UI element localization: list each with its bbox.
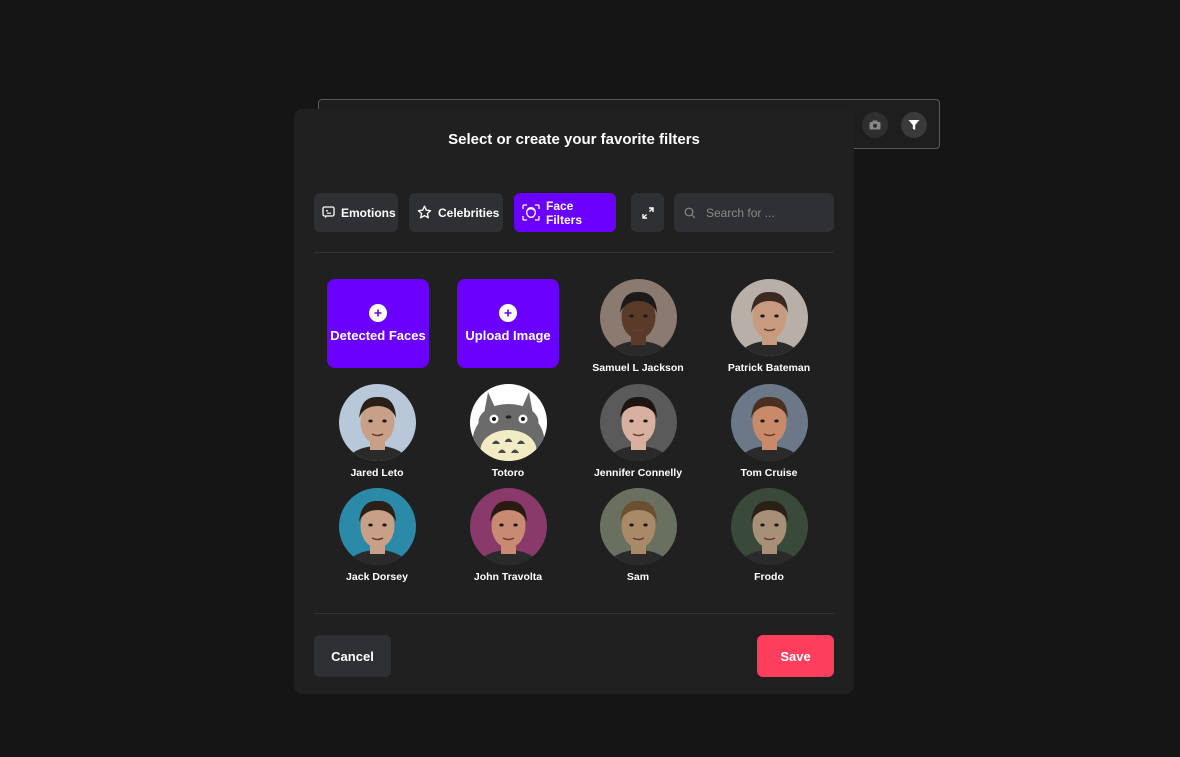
face-name: Totoro [491, 467, 525, 479]
face-card[interactable]: Jennifer Connelly [573, 384, 703, 479]
portrait-image [599, 279, 677, 356]
tab-face-filters[interactable]: Face Filters [514, 193, 616, 232]
filters-modal: Select or create your favorite filters E… [294, 109, 854, 694]
expand-button[interactable] [631, 193, 664, 232]
portrait-image [338, 384, 416, 461]
face-name: John Travolta [473, 571, 543, 583]
emotions-icon [322, 206, 335, 219]
face-name: Samuel L Jackson [592, 362, 684, 374]
plus-icon [369, 304, 387, 322]
face-card[interactable]: Frodo [704, 488, 834, 583]
face-card[interactable]: Jared Leto [312, 384, 442, 479]
face-name: Jack Dorsey [346, 571, 408, 583]
portrait-image [469, 384, 547, 461]
tab-emotions[interactable]: Emotions [314, 193, 398, 232]
tab-celebrities-label: Celebrities [438, 205, 500, 220]
face-name: Jared Leto [350, 467, 404, 479]
face-avatar [599, 488, 677, 565]
portrait-image [730, 384, 808, 461]
plus-icon [499, 304, 517, 322]
face-scan-icon [522, 204, 540, 221]
filter-icon[interactable] [901, 112, 927, 138]
expand-icon [641, 206, 654, 219]
face-card[interactable]: Sam [573, 488, 703, 583]
camera-icon[interactable] [862, 112, 888, 138]
portrait-image [599, 384, 677, 461]
face-avatar [469, 384, 547, 461]
search-box[interactable] [674, 193, 834, 232]
face-avatar [730, 279, 808, 356]
face-name: Tom Cruise [740, 467, 798, 479]
modal-title: Select or create your favorite filters [448, 131, 700, 148]
portrait-image [730, 279, 808, 356]
face-card[interactable]: Tom Cruise [704, 384, 834, 479]
face-avatar [338, 384, 416, 461]
face-card[interactable]: Jack Dorsey [312, 488, 442, 583]
portrait-image [469, 488, 547, 565]
face-avatar [730, 488, 808, 565]
face-avatar [599, 279, 677, 356]
tab-face-filters-label: Face Filters [546, 198, 583, 227]
portrait-image [730, 488, 808, 565]
save-button[interactable]: Save [757, 635, 834, 677]
tab-celebrities[interactable]: Celebrities [409, 193, 503, 232]
face-avatar [599, 384, 677, 461]
cancel-button[interactable]: Cancel [314, 635, 391, 677]
detected-faces-label: Detected Faces [330, 328, 426, 343]
search-input[interactable] [704, 204, 828, 221]
face-avatar [730, 384, 808, 461]
portrait-image [338, 488, 416, 565]
detected-faces-button[interactable]: Detected Faces [327, 279, 429, 368]
face-card[interactable]: Patrick Bateman [704, 279, 834, 374]
upload-image-button[interactable]: Upload Image [457, 279, 559, 368]
face-avatar [338, 488, 416, 565]
face-name: Jennifer Connelly [593, 467, 683, 479]
divider [314, 613, 834, 614]
star-icon [417, 205, 432, 219]
face-name: Sam [626, 571, 650, 583]
filter-toolbar: Emotions Celebrities Face Filters [314, 193, 834, 232]
divider [314, 252, 834, 253]
face-name: Frodo [754, 571, 784, 583]
face-name: Patrick Bateman [727, 362, 811, 374]
face-card[interactable]: Totoro [443, 384, 573, 479]
search-icon [684, 207, 696, 218]
face-card[interactable]: John Travolta [443, 488, 573, 583]
face-avatar [469, 488, 547, 565]
face-card[interactable]: Samuel L Jackson [573, 279, 703, 374]
portrait-image [599, 488, 677, 565]
tab-emotions-label: Emotions [341, 205, 396, 220]
upload-image-label: Upload Image [465, 328, 551, 343]
